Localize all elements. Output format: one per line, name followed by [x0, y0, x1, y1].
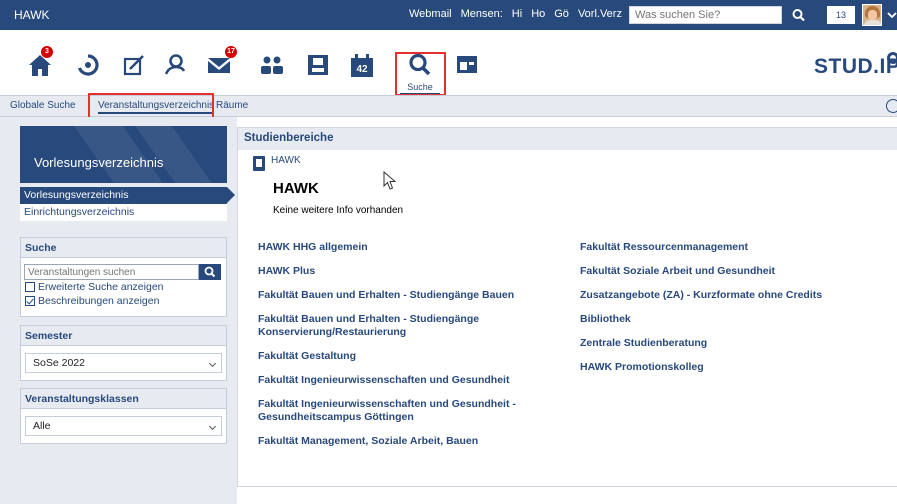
- admin-icon[interactable]: [454, 52, 480, 78]
- sidebar-header: Vorlesungsverzeichnis: [20, 126, 227, 183]
- webmail-link[interactable]: Webmail: [409, 8, 452, 20]
- course-class-widget: Veranstaltungsklassen Alle: [20, 388, 227, 444]
- list-item[interactable]: Fakultät Ingenieurwissenschaften und Ges…: [258, 398, 518, 424]
- mensa-ho-link[interactable]: Ho: [531, 8, 545, 20]
- list-item[interactable]: Fakultät Gestaltung: [258, 350, 558, 363]
- sidebar-item-vorlesungsverzeichnis[interactable]: Vorlesungsverzeichnis: [20, 187, 235, 204]
- list-item[interactable]: Zusatzangebote (ZA) - Kurzformate ohne C…: [580, 289, 880, 302]
- list-item[interactable]: Bibliothek: [580, 313, 880, 326]
- global-search-input[interactable]: [629, 6, 782, 24]
- main-content: Studienbereiche HAWK HAWK Keine weitere …: [237, 117, 897, 504]
- info-text: Keine weitere Info vorhanden: [273, 205, 404, 216]
- course-class-select[interactable]: Alle: [25, 416, 222, 436]
- page-title: HAWK: [273, 180, 319, 197]
- top-links: Webmail Mensen: Hi Ho Gö Vorl.Verz: [409, 8, 622, 20]
- community-icon[interactable]: [162, 52, 188, 78]
- descriptions-label: Beschreibungen anzeigen: [38, 295, 160, 307]
- sidebar-nav: Vorlesungsverzeichnis Einrichtungsverzei…: [20, 187, 235, 221]
- list-item[interactable]: Fakultät Ressourcenmanagement: [580, 241, 880, 254]
- tab-rooms[interactable]: Räume: [216, 100, 248, 111]
- profile-icon[interactable]: [305, 52, 331, 78]
- vorlesungsverzeichnis-link[interactable]: Vorl.Verz: [578, 8, 622, 20]
- checkbox-unchecked[interactable]: [25, 282, 35, 292]
- chevron-down-icon: [208, 422, 217, 431]
- semester-widget: Semester SoSe 2022: [20, 325, 227, 381]
- chevron-down-icon: [208, 359, 217, 368]
- checkbox-checked[interactable]: [25, 296, 35, 306]
- study-areas-right: Fakultät Ressourcenmanagement Fakultät S…: [580, 241, 880, 385]
- course-class-title: Veranstaltungsklassen: [21, 389, 226, 409]
- dashboard-icon[interactable]: [75, 52, 101, 78]
- tab-global-search[interactable]: Globale Suche: [10, 100, 76, 111]
- logo-dot: [887, 52, 897, 64]
- panel-title: Studienbereiche: [238, 128, 897, 150]
- sidebar-item-einrichtungsverzeichnis[interactable]: Einrichtungsverzeichnis: [20, 204, 227, 221]
- messages-badge: 17: [225, 46, 237, 58]
- list-item[interactable]: HAWK HHG allgemein: [258, 241, 558, 254]
- study-areas-left: HAWK HHG allgemein HAWK Plus Fakultät Ba…: [258, 241, 558, 459]
- list-item[interactable]: HAWK Plus: [258, 265, 558, 278]
- sidebar-title: Vorlesungsverzeichnis: [34, 155, 164, 170]
- extended-search-label: Erweiterte Suche anzeigen: [38, 281, 164, 293]
- top-bar: HAWK Webmail Mensen: Hi Ho Gö Vorl.Verz …: [0, 0, 897, 30]
- mensa-go-link[interactable]: Gö: [554, 8, 569, 20]
- semester-title: Semester: [21, 326, 226, 346]
- sidebar: Vorlesungsverzeichnis Vorlesungsverzeich…: [0, 117, 237, 504]
- list-item[interactable]: Zentrale Studienberatung: [580, 337, 880, 350]
- search-widget: Suche Erweiterte Suche anzeigen Beschrei…: [20, 237, 227, 317]
- semester-select[interactable]: SoSe 2022: [25, 353, 222, 373]
- list-item[interactable]: Fakultät Bauen und Erhalten - Studiengän…: [258, 313, 518, 339]
- study-areas-panel: Studienbereiche HAWK HAWK Keine weitere …: [237, 127, 897, 487]
- chevron-down-icon[interactable]: [887, 10, 897, 20]
- list-item[interactable]: Fakultät Bauen und Erhalten - Studiengän…: [258, 289, 558, 302]
- breadcrumb[interactable]: HAWK: [271, 155, 301, 166]
- home-badge: 3: [41, 46, 53, 58]
- list-item[interactable]: Fakultät Ingenieurwissenschaften und Ges…: [258, 374, 558, 387]
- help-icon[interactable]: [886, 99, 897, 113]
- cursor-icon: [383, 171, 397, 190]
- extended-search-checkbox[interactable]: Erweiterte Suche anzeigen: [25, 281, 164, 293]
- app-name[interactable]: HAWK: [14, 8, 50, 22]
- search-icon[interactable]: [789, 6, 809, 24]
- avatar[interactable]: [862, 4, 882, 26]
- mensen-label: Mensen:: [460, 8, 503, 20]
- calendar-number: 42: [356, 64, 368, 75]
- people-icon[interactable]: [259, 52, 285, 78]
- mensa-hi-link[interactable]: Hi: [512, 8, 522, 20]
- search-icon[interactable]: [199, 264, 221, 280]
- semester-value: SoSe 2022: [33, 357, 85, 369]
- highlight-box: [395, 52, 446, 96]
- list-item[interactable]: HAWK Promotionskolleg: [580, 361, 880, 374]
- studip-logo[interactable]: STUD.IP: [814, 55, 897, 79]
- course-class-value: Alle: [33, 420, 51, 432]
- highlight-box: [88, 93, 214, 119]
- list-item[interactable]: Fakultät Soziale Arbeit und Gesundheit: [580, 265, 880, 278]
- descriptions-checkbox[interactable]: Beschreibungen anzeigen: [25, 295, 159, 307]
- list-item[interactable]: Fakultät Management, Soziale Arbeit, Bau…: [258, 435, 558, 448]
- icon-navigation: 3 17 42 Suche: [0, 30, 897, 96]
- search-widget-title: Suche: [21, 238, 226, 258]
- notification-counter[interactable]: 13: [827, 6, 855, 24]
- folder-icon: [253, 156, 265, 171]
- courses-icon[interactable]: [121, 52, 147, 78]
- course-search-input[interactable]: [24, 264, 199, 280]
